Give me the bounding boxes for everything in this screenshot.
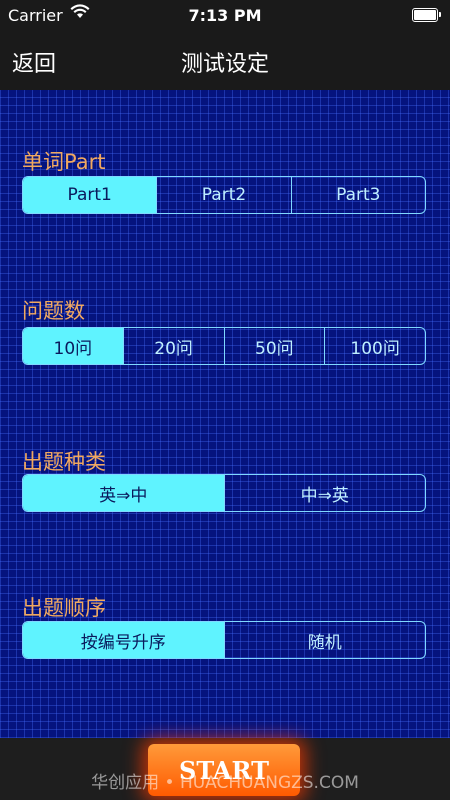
battery-icon <box>412 8 441 22</box>
watermark: 华创应用 • HUACHUANGZS.COM <box>91 773 359 793</box>
page-title: 测试设定 <box>180 52 269 77</box>
question-type-segmented-control: 英⇒中 中⇒英 <box>22 474 426 512</box>
part-segmented-control: Part1 Part2 Part3 <box>22 176 426 214</box>
part-option-2[interactable]: Part2 <box>156 177 290 213</box>
question-order-option-random[interactable]: 随机 <box>223 622 426 658</box>
question-type-option-en-zh[interactable]: 英⇒中 <box>23 475 224 511</box>
question-type-section-label: 出题种类 <box>22 450 106 474</box>
status-bar: Carrier 7:13 PM <box>0 0 450 30</box>
status-time: 7:13 PM <box>188 6 262 25</box>
question-type-option-zh-en[interactable]: 中⇒英 <box>223 475 426 511</box>
navigation-bar: 返回 测试设定 <box>0 30 450 90</box>
part-option-1[interactable]: Part1 <box>23 177 157 213</box>
part-option-3[interactable]: Part3 <box>290 177 425 213</box>
question-order-section-label: 出题顺序 <box>22 596 106 620</box>
settings-panel: 单词Part Part1 Part2 Part3 问题数 10问 20问 50问… <box>0 90 450 738</box>
question-count-option-50[interactable]: 50问 <box>223 328 325 364</box>
question-count-segmented-control: 10问 20问 50问 100问 <box>22 327 426 365</box>
question-count-option-10[interactable]: 10问 <box>23 328 123 364</box>
question-count-option-20[interactable]: 20问 <box>122 328 224 364</box>
question-order-segmented-control: 按编号升序 随机 <box>22 621 426 659</box>
part-section-label: 单词Part <box>22 150 106 174</box>
question-order-option-ascending[interactable]: 按编号升序 <box>23 622 224 658</box>
question-count-section-label: 问题数 <box>22 299 85 323</box>
question-count-option-100[interactable]: 100问 <box>324 328 425 364</box>
